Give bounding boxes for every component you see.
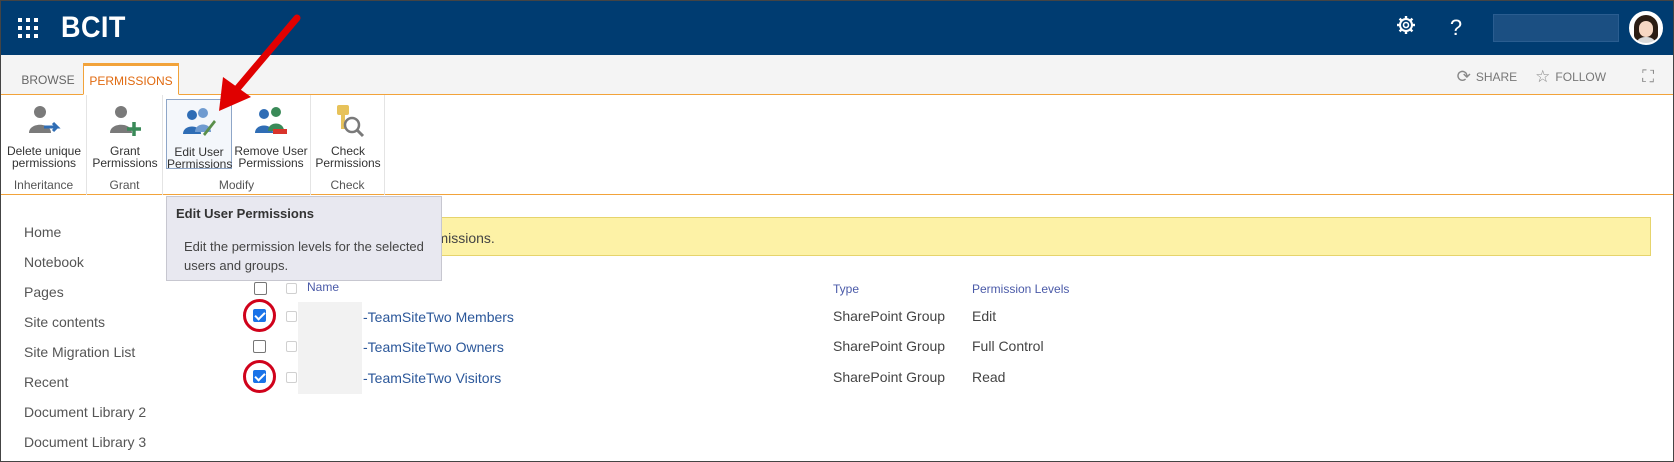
group-label-inheritance: Inheritance	[13, 178, 74, 192]
redacted-name-prefix	[298, 302, 362, 394]
remove-user-label-2: Permissions	[238, 156, 304, 170]
nav-item-pages[interactable]: Pages	[24, 283, 146, 313]
row-checkbox-visitors[interactable]	[253, 370, 266, 383]
row-permission-level: Edit	[972, 308, 997, 324]
focus-mode-button[interactable]: ⛶	[1624, 67, 1659, 87]
remove-user-permissions-icon	[255, 107, 287, 134]
suite-search-box[interactable]	[1493, 14, 1619, 42]
star-icon: ☆	[1535, 67, 1551, 86]
row-faint-checkbox-visitors[interactable]	[286, 372, 297, 383]
row-name-link[interactable]: -TeamSiteTwo Members	[363, 309, 514, 325]
brand-logo[interactable]: BCIT	[61, 11, 126, 45]
nav-item-notebook[interactable]: Notebook	[24, 253, 146, 283]
grant-permissions-icon	[110, 106, 141, 136]
row-checkbox-owners[interactable]	[253, 340, 266, 353]
row-permission-level: Read	[972, 369, 1006, 385]
tooltip-text: Edit the permission levels for the selec…	[184, 239, 424, 273]
row-name-link[interactable]: -TeamSiteTwo Visitors	[363, 370, 501, 386]
nav-item-document-library-3[interactable]: Document Library 3	[24, 433, 146, 462]
select-all-checkbox[interactable]	[254, 282, 267, 295]
fullscreen-icon: ⛶	[1642, 67, 1654, 86]
group-inheritance: Delete unique permissions Inheritance	[1, 95, 87, 195]
tooltip-title: Edit User Permissions	[176, 206, 314, 221]
group-label-grant: Grant	[109, 178, 140, 192]
row-type: SharePoint Group	[833, 308, 946, 324]
group-label-check: Check	[330, 178, 365, 192]
tab-browse[interactable]: BROWSE	[17, 63, 79, 95]
group-grant: Grant Permissions Grant	[87, 95, 163, 195]
column-header-type[interactable]: Type	[833, 282, 859, 296]
ribbon: Delete unique permissions Inheritance Gr…	[1, 95, 1673, 195]
row-name-link[interactable]: -TeamSiteTwo Owners	[363, 339, 504, 355]
row-faint-checkbox-owners[interactable]	[286, 341, 297, 352]
group-check: Check Permissions Check	[311, 95, 385, 195]
suite-bar: BCIT ?	[1, 1, 1673, 55]
column-header-permission-levels[interactable]: Permission Levels	[972, 282, 1069, 296]
tab-permissions[interactable]: PERMISSIONS	[83, 63, 179, 95]
delete-unique-permissions-icon	[29, 106, 61, 133]
delete-unique-label-2: permissions	[11, 156, 77, 170]
share-icon: ⟳	[1456, 67, 1471, 86]
grant-permissions-button[interactable]: Grant Permissions	[91, 99, 159, 169]
row-faint-checkbox-members[interactable]	[286, 311, 297, 322]
row-permission-level: Full Control	[972, 338, 1044, 354]
share-label: SHARE	[1475, 70, 1518, 84]
row-type: SharePoint Group	[833, 369, 946, 385]
column-header-name[interactable]: Name	[307, 280, 339, 294]
nav-item-home[interactable]: Home	[24, 223, 146, 253]
row-type: SharePoint Group	[833, 338, 946, 354]
edit-user-label-2: Permissions	[167, 157, 233, 171]
nav-item-document-library-2[interactable]: Document Library 2	[24, 403, 146, 433]
remove-user-permissions-button[interactable]: Remove User Permissions	[233, 99, 309, 169]
follow-label: FOLLOW	[1555, 70, 1607, 84]
follow-button[interactable]: ☆ FOLLOW	[1535, 67, 1606, 87]
group-label-modify: Modify	[218, 178, 255, 192]
row-checkbox-members[interactable]	[253, 309, 266, 322]
user-avatar[interactable]	[1629, 11, 1663, 45]
check-permissions-icon	[337, 105, 365, 138]
group-modify: Edit User Permissions Remove User Permis…	[163, 95, 311, 195]
check-label-2: Permissions	[315, 156, 381, 170]
left-navigation: Home Notebook Pages Site contents Site M…	[24, 223, 146, 462]
settings-gear-icon[interactable]	[1381, 15, 1431, 41]
edit-user-permissions-button[interactable]: Edit User Permissions	[166, 99, 233, 171]
share-button[interactable]: ⟳ SHARE	[1457, 67, 1518, 87]
app-launcher-icon[interactable]	[1, 1, 55, 55]
select-all-faint-checkbox[interactable]	[286, 283, 297, 294]
nav-item-site-migration-list[interactable]: Site Migration List	[24, 343, 146, 373]
edit-user-permissions-tooltip: Edit User Permissions Edit the permissio…	[166, 196, 442, 281]
delete-unique-permissions-button[interactable]: Delete unique permissions	[5, 99, 83, 169]
help-icon[interactable]: ?	[1431, 15, 1481, 41]
nav-item-site-contents[interactable]: Site contents	[24, 313, 146, 343]
grant-label-2: Permissions	[92, 156, 158, 170]
ribbon-tab-row: BROWSE PERMISSIONS ⟳ SHARE ☆ FOLLOW ⛶	[1, 55, 1673, 95]
nav-item-recent[interactable]: Recent	[24, 373, 146, 403]
status-banner: ermissions.	[241, 217, 1651, 256]
edit-user-permissions-icon	[183, 108, 216, 136]
check-permissions-button[interactable]: Check Permissions	[315, 99, 381, 169]
